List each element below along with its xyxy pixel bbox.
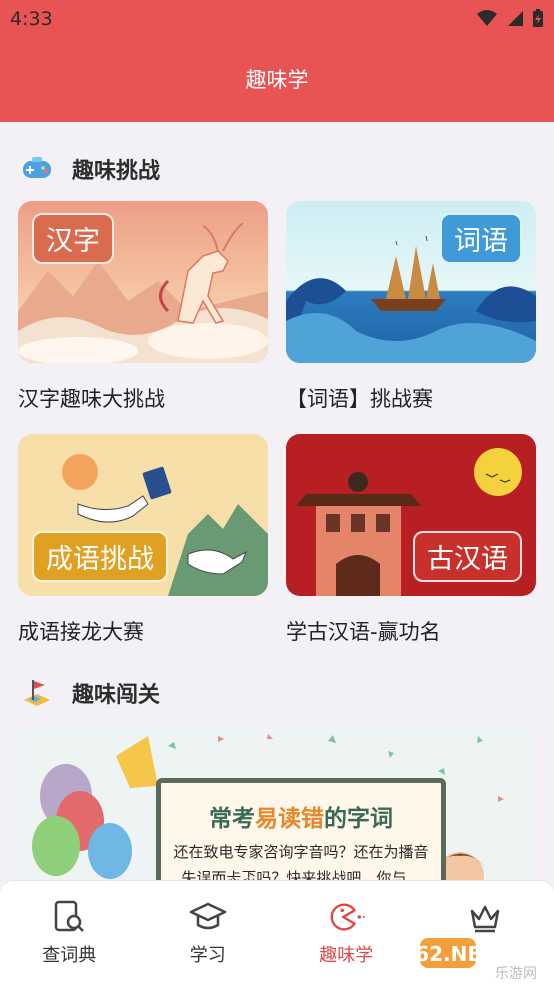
section-title-levels: 趣味闯关 [72, 683, 161, 708]
card-hanzi-image: 汉字 [18, 201, 268, 363]
banner-board: 常考易读错的字词 还在致电专家咨询字音吗？还在为播音失误而忐忑吗？快来挑战吧，你… [156, 778, 446, 880]
section-header-levels: 趣味闯关 [20, 676, 160, 710]
banner-title-highlight: 易读错 [255, 806, 324, 832]
wifi-icon [476, 9, 498, 31]
card-chengyu-tag: 成语挑战 [32, 531, 168, 582]
nav-item-fun-learning[interactable]: 趣味学 [277, 881, 416, 984]
nav-label-dictionary: 查词典 [42, 945, 97, 966]
section-header-challenge: 趣味挑战 [20, 152, 160, 186]
card-ciyu-caption: 【词语】挑战赛 [286, 387, 433, 411]
flag-map-icon [20, 676, 54, 710]
section-title-challenge: 趣味挑战 [72, 159, 161, 184]
status-time: 4:33 [10, 8, 53, 30]
card-chengyu-image: 成语挑战 [18, 434, 268, 596]
dictionary-search-icon [50, 899, 88, 935]
gamepad-icon [20, 152, 54, 186]
signal-icon [506, 9, 524, 31]
pacman-fun-icon [327, 899, 366, 935]
app-bar: 趣味学 [0, 40, 554, 122]
nav-item-study[interactable]: 学习 [139, 881, 278, 984]
graduation-cap-icon [189, 899, 227, 935]
card-guhanyu-challenge[interactable]: 古汉语 学古汉语-赢功名 [286, 434, 536, 646]
status-icons [476, 8, 544, 32]
watermark-number: 962.NET [416, 942, 495, 966]
card-ciyu-tag: 词语 [440, 213, 522, 264]
status-bar: 4:33 [0, 0, 554, 40]
card-ciyu-challenge[interactable]: 词语 【词语】挑战赛 [286, 201, 536, 413]
banner-title-suffix: 的字词 [324, 806, 393, 832]
banner-title-prefix: 常考 [209, 806, 255, 832]
watermark-logo: 962.NET 乐游网 [401, 932, 552, 982]
banner-description: 还在致电专家咨询字音吗？还在为播音失误而忐忑吗？快来挑战吧，你与... [173, 843, 429, 880]
page-title: 趣味学 [245, 68, 309, 92]
card-guhanyu-tag: 古汉语 [413, 531, 522, 582]
banner-title: 常考易读错的字词 [161, 799, 441, 833]
card-chengyu-challenge[interactable]: 成语挑战 成语接龙大赛 [18, 434, 268, 646]
crown-icon [466, 899, 504, 935]
card-hanzi-tag: 汉字 [32, 213, 114, 264]
battery-icon [532, 8, 544, 32]
main-content[interactable]: 趣味挑战 汉字 汉字趣味大挑战 词语 【词语】挑战赛 成语挑战 成语接龙大赛 古… [0, 122, 554, 880]
banner-misread-words[interactable]: 常考易读错的字词 还在致电专家咨询字音吗？还在为播音失误而忐忑吗？快来挑战吧，你… [18, 726, 536, 880]
watermark-subtext: 乐游网 [495, 966, 537, 982]
card-ciyu-image: 词语 [286, 201, 536, 363]
card-guhanyu-caption: 学古汉语-赢功名 [286, 620, 441, 644]
nav-label-fun-learning: 趣味学 [319, 945, 374, 966]
card-hanzi-caption: 汉字趣味大挑战 [18, 387, 165, 411]
card-guhanyu-image: 古汉语 [286, 434, 536, 596]
card-hanzi-challenge[interactable]: 汉字 汉字趣味大挑战 [18, 201, 268, 413]
card-chengyu-caption: 成语接龙大赛 [18, 620, 144, 644]
nav-item-dictionary[interactable]: 查词典 [0, 881, 139, 984]
nav-label-study: 学习 [189, 945, 226, 966]
